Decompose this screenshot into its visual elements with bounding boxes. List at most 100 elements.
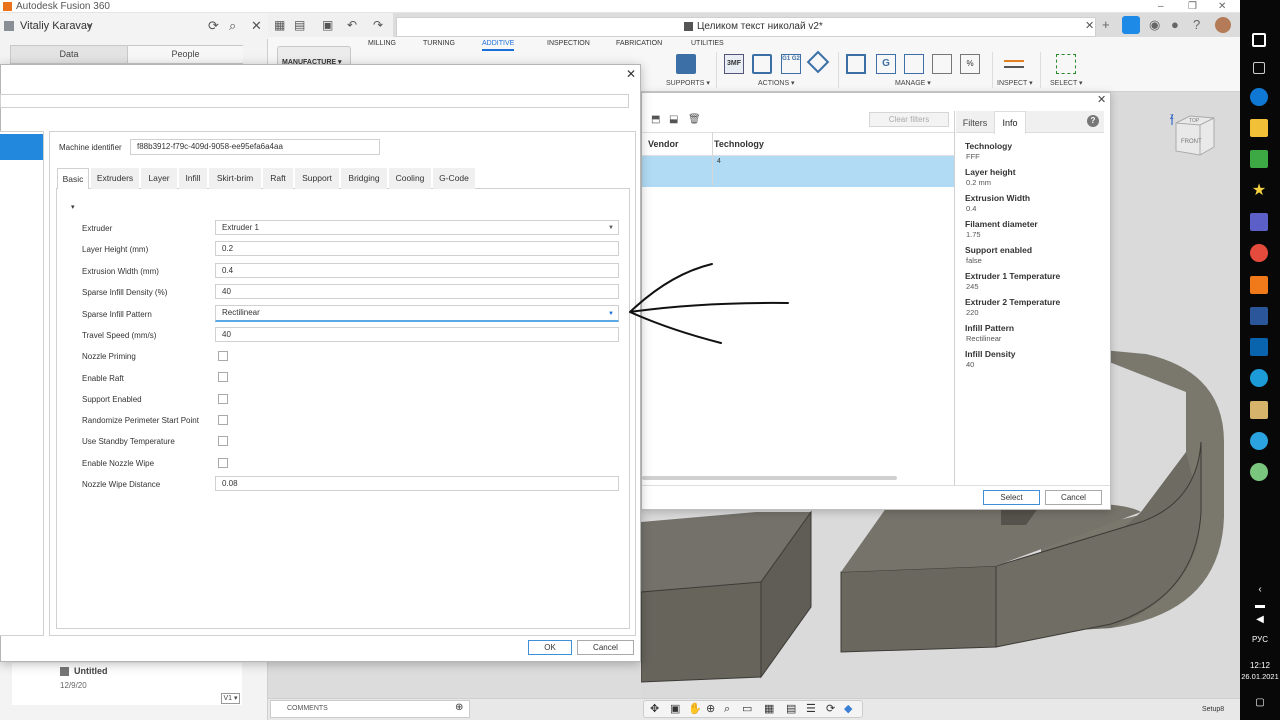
online-status-icon[interactable]: ◉ <box>1149 17 1160 33</box>
recent-file-card[interactable] <box>12 663 242 705</box>
cancel-button[interactable]: Cancel <box>577 640 634 655</box>
edge-beta-icon[interactable] <box>1250 369 1268 387</box>
word-icon[interactable] <box>1250 307 1268 325</box>
comments-label[interactable]: COMMENTS <box>287 704 328 714</box>
machine-list-selected-item[interactable] <box>0 134 43 160</box>
table-row[interactable] <box>642 156 954 187</box>
recent-file-name[interactable]: Untitled <box>74 665 108 677</box>
zoom-icon[interactable]: ⊕ <box>706 703 715 716</box>
actions-group-label[interactable]: ACTIONS ▾ <box>758 79 795 89</box>
machine-name-field[interactable] <box>0 94 629 108</box>
tab-info[interactable]: Info <box>994 111 1026 134</box>
user-name[interactable]: Vitaliy Karavay <box>20 19 93 33</box>
document-close-icon[interactable]: ✕ <box>1085 19 1094 33</box>
tab-milling[interactable]: MILLING <box>368 39 396 49</box>
machine-identifier-field[interactable]: f88b3912-f79c-409d-9058-ee95efa6a4aa <box>130 139 380 155</box>
tab-fabrication[interactable]: FABRICATION <box>616 39 662 49</box>
tab-filters[interactable]: Filters <box>958 113 992 133</box>
tab-raft[interactable]: Raft <box>263 168 293 189</box>
extrusion-width-field[interactable]: 0.4 <box>215 263 619 278</box>
select-icon[interactable] <box>1056 54 1076 74</box>
tab-skirt-brim[interactable]: Skirt-brim <box>209 168 261 189</box>
notifications-icon[interactable]: ● <box>1171 17 1179 33</box>
column-vendor[interactable]: Vendor <box>648 138 679 150</box>
tab-additive[interactable]: ADDITIVE <box>482 39 515 51</box>
clock-date[interactable]: 26.01.2021 <box>1240 672 1280 682</box>
infill-density-field[interactable]: 40 <box>215 284 619 299</box>
orbit-icon[interactable]: ✥ <box>650 703 659 716</box>
comments-add-icon[interactable]: ⊕ <box>455 702 463 714</box>
profile-avatar[interactable] <box>1215 17 1231 33</box>
print-settings-icon[interactable] <box>932 54 952 74</box>
window-close-button[interactable]: ✕ <box>1218 0 1226 13</box>
environment-icon[interactable]: ☰ <box>806 703 816 716</box>
select-group-label[interactable]: SELECT ▾ <box>1050 79 1083 89</box>
panel-close-icon[interactable]: ✕ <box>251 18 262 34</box>
supports-icon[interactable] <box>676 54 696 74</box>
file-explorer-icon[interactable] <box>1250 119 1268 137</box>
supports-group-label[interactable]: SUPPORTS ▾ <box>666 79 710 89</box>
maps-icon[interactable] <box>1250 463 1268 481</box>
search-icon[interactable]: ⌕ <box>229 18 236 34</box>
network-icon[interactable]: ▬ <box>1240 600 1280 612</box>
machine-library-icon[interactable] <box>846 54 866 74</box>
post-library-icon[interactable]: G <box>876 54 896 74</box>
chevron-left-icon[interactable]: ‹ <box>1240 584 1280 596</box>
inspect-group-label[interactable]: INSPECT ▾ <box>997 79 1033 89</box>
telegram-icon[interactable] <box>1250 432 1268 450</box>
task-view-icon[interactable] <box>1253 62 1265 74</box>
fusion-icon[interactable] <box>1250 276 1268 294</box>
nozzle-wipe-checkbox[interactable] <box>218 458 228 468</box>
downloads-icon[interactable] <box>1250 150 1268 168</box>
tab-cooling[interactable]: Cooling <box>389 168 431 189</box>
zoom-window-icon[interactable]: ⌕ <box>724 703 730 716</box>
templates-icon[interactable] <box>904 54 924 74</box>
dialog-close-button[interactable]: ✕ <box>626 67 636 81</box>
volume-icon[interactable]: ◀ <box>1240 614 1280 626</box>
job-status-icon[interactable] <box>1122 16 1140 34</box>
outlook-icon[interactable] <box>1250 338 1268 356</box>
new-tab-button[interactable]: + <box>1102 17 1110 33</box>
tab-people[interactable]: People <box>127 46 243 63</box>
export-icon[interactable]: ⬓ <box>669 114 678 126</box>
percent-icon[interactable]: % <box>960 54 980 74</box>
save-icon[interactable]: ▣ <box>322 17 333 33</box>
export-3mf-icon[interactable]: 3MF <box>724 54 744 74</box>
refresh-icon[interactable]: ⟳ <box>208 18 219 34</box>
chrome-icon[interactable] <box>1250 244 1268 262</box>
help-icon[interactable]: ? <box>1087 115 1099 127</box>
pan-icon[interactable]: ✋ <box>688 703 702 716</box>
look-at-icon[interactable]: ▣ <box>670 703 680 716</box>
select-button[interactable]: Select <box>983 490 1040 505</box>
undo-icon[interactable]: ↶ <box>347 17 357 33</box>
user-grid-icon[interactable] <box>4 21 14 31</box>
clear-filters-button[interactable]: Clear filters <box>869 112 949 127</box>
stack-layers-icon[interactable] <box>752 54 772 74</box>
tab-basic[interactable]: Basic <box>57 168 89 190</box>
gcode-icon[interactable]: G1 G2 <box>781 54 801 74</box>
tab-utilities[interactable]: UTILITIES <box>691 39 724 49</box>
nozzle-priming-checkbox[interactable] <box>218 351 228 361</box>
ok-button[interactable]: OK <box>528 640 572 655</box>
measure-icon[interactable] <box>1004 60 1024 68</box>
import-icon[interactable]: ⬒ <box>651 114 660 126</box>
restore-button[interactable]: ❐ <box>1188 0 1197 13</box>
tab-bridging[interactable]: Bridging <box>341 168 387 189</box>
infill-pattern-select[interactable]: Rectilinear <box>215 305 619 322</box>
section-collapse-icon[interactable]: ▾ <box>71 203 75 213</box>
display-settings-icon[interactable]: ▭ <box>742 703 752 716</box>
randomize-start-checkbox[interactable] <box>218 415 228 425</box>
enable-raft-checkbox[interactable] <box>218 372 228 382</box>
delete-icon[interactable]: 🗑 <box>688 114 701 126</box>
tab-support[interactable]: Support <box>295 168 339 189</box>
column-technology[interactable]: Technology <box>714 138 764 150</box>
star-icon[interactable]: ★ <box>1250 182 1268 200</box>
library-close-button[interactable]: ✕ <box>1097 94 1106 107</box>
data-panel-grid-icon[interactable]: ▦ <box>274 17 285 33</box>
support-enabled-checkbox[interactable] <box>218 394 228 404</box>
tab-data[interactable]: Data <box>11 46 127 63</box>
manage-group-label[interactable]: MANAGE ▾ <box>895 79 931 89</box>
extruder-select[interactable]: Extruder 1 <box>215 220 619 235</box>
edge-icon[interactable] <box>1250 88 1268 106</box>
tab-inspection[interactable]: INSPECTION <box>547 39 590 49</box>
